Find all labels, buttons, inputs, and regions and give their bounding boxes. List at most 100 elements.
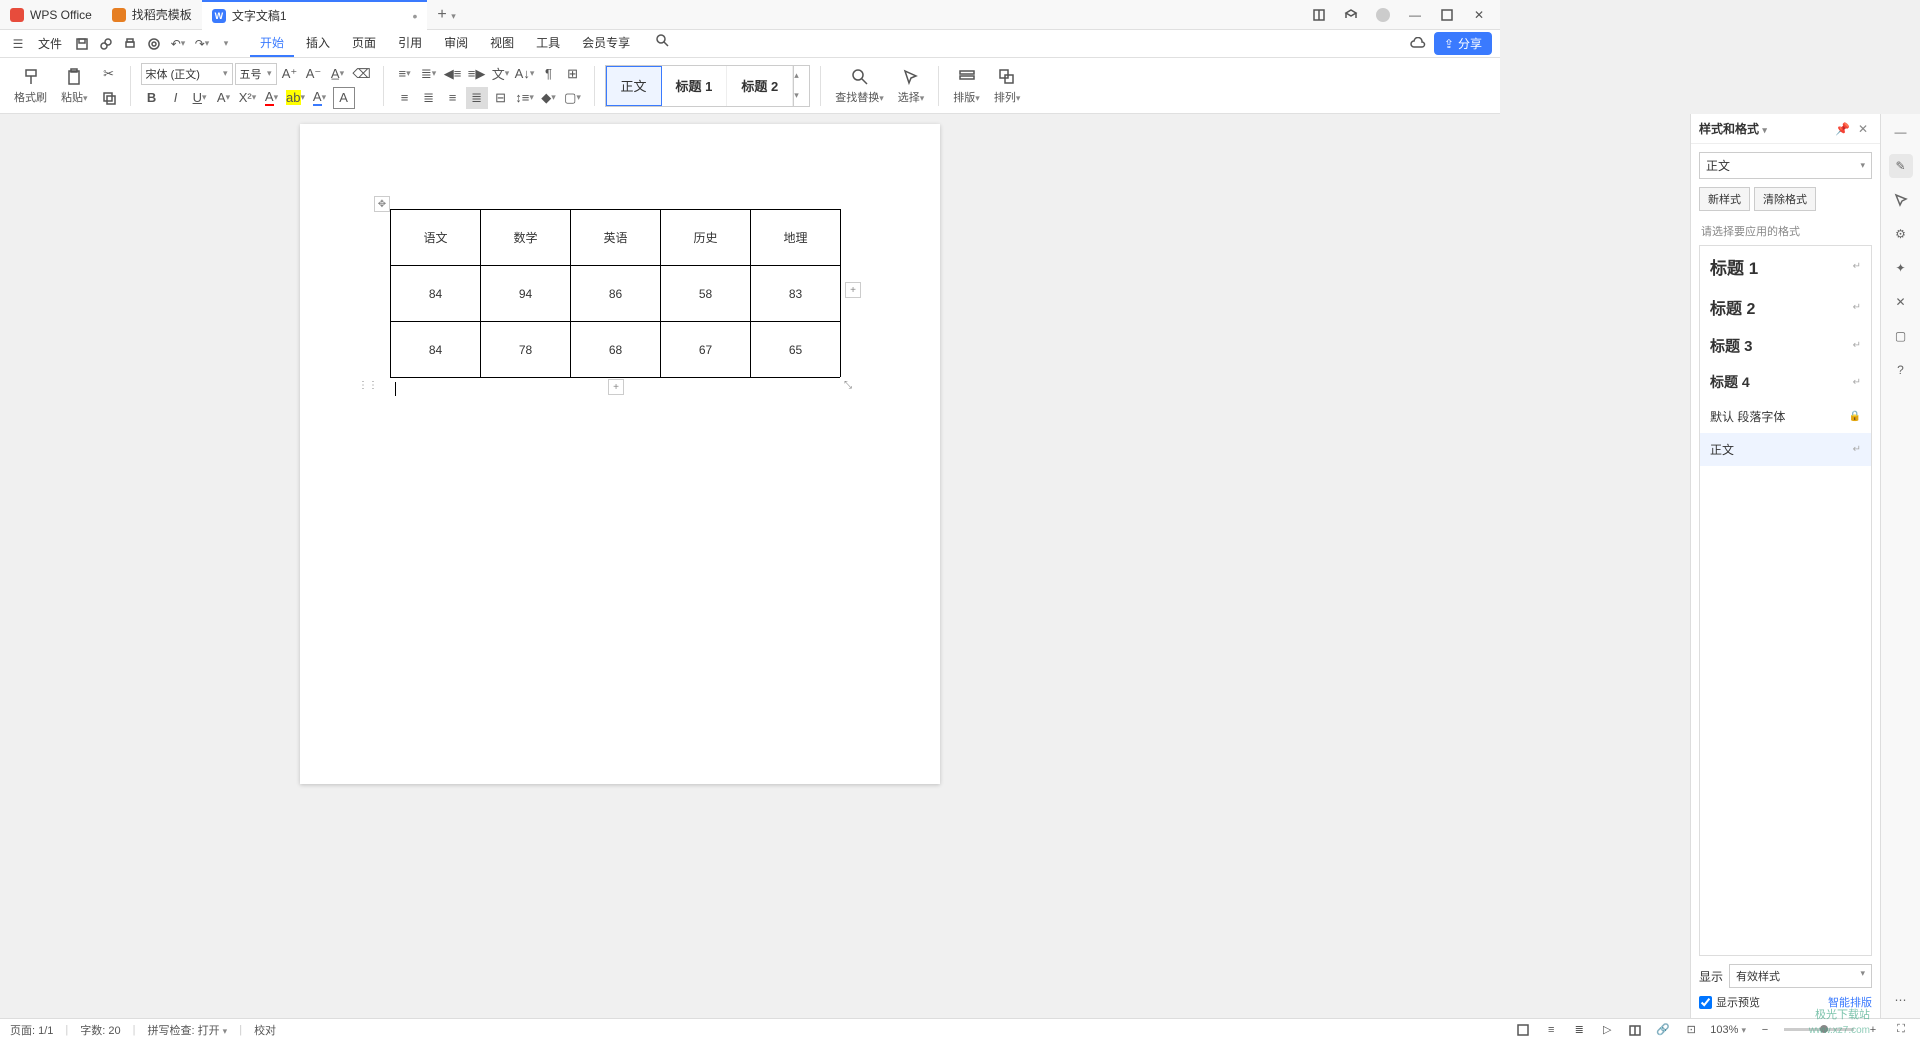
- more-icon[interactable]: ▾: [216, 34, 236, 54]
- change-case-icon[interactable]: A̲▾: [327, 63, 349, 85]
- save-icon[interactable]: [72, 34, 92, 54]
- view-web-icon[interactable]: ≣: [1570, 1021, 1588, 1039]
- style-item-default[interactable]: 默认 段落字体🔒: [1700, 400, 1871, 433]
- zoom-level[interactable]: 103% ▾: [1710, 1024, 1746, 1036]
- cloud-icon[interactable]: [1408, 34, 1428, 54]
- redo-icon[interactable]: ↷▾: [192, 34, 212, 54]
- font-size-selector[interactable]: 五号▾: [235, 63, 277, 85]
- menu-tab-review[interactable]: 审阅: [434, 30, 478, 57]
- align-center-icon[interactable]: ≣: [418, 87, 440, 109]
- menu-tab-start[interactable]: 开始: [250, 30, 294, 57]
- align-right-icon[interactable]: ≡: [442, 87, 464, 109]
- style-item-h3[interactable]: 标题 3↵: [1700, 327, 1871, 364]
- more-dots-icon[interactable]: ⋯: [1889, 988, 1913, 1012]
- highlight-button[interactable]: ab▾: [285, 87, 307, 109]
- decrease-font-icon[interactable]: A⁻: [303, 63, 325, 85]
- show-filter-selector[interactable]: 有效样式 ▾: [1729, 964, 1872, 988]
- border-icon[interactable]: ▢▾: [562, 87, 584, 109]
- style-scroll[interactable]: ▴▾: [793, 66, 809, 106]
- layout-button[interactable]: 排版▾: [949, 67, 984, 105]
- close-button[interactable]: ✕: [1464, 4, 1494, 26]
- new-style-button[interactable]: 新样式: [1699, 187, 1750, 211]
- preview-checkbox[interactable]: [1699, 996, 1712, 1009]
- fill-color-icon[interactable]: ◆▾: [538, 87, 560, 109]
- table-add-row-handle[interactable]: +: [608, 379, 624, 395]
- book-icon[interactable]: [1626, 1021, 1644, 1039]
- panel-icon[interactable]: [1304, 4, 1334, 26]
- tab-templates[interactable]: 找稻壳模板: [102, 0, 202, 30]
- pointer2-icon[interactable]: [1889, 188, 1913, 212]
- justify-icon[interactable]: ≣: [466, 87, 488, 109]
- style-item-normal[interactable]: 正文↵: [1700, 433, 1871, 466]
- word-count[interactable]: 字数: 20: [80, 1022, 120, 1038]
- share-button[interactable]: ⇪ 分享: [1434, 32, 1492, 55]
- preview-icon[interactable]: [144, 34, 164, 54]
- number-list-icon[interactable]: ≣▾: [418, 63, 440, 85]
- arrange-button[interactable]: 排列▾: [990, 67, 1025, 105]
- bullet-list-icon[interactable]: ≡▾: [394, 63, 416, 85]
- menu-tab-tools[interactable]: 工具: [526, 30, 570, 57]
- style-item-h2[interactable]: 标题 2↵: [1700, 287, 1871, 327]
- fit-icon[interactable]: ⊡: [1682, 1021, 1700, 1039]
- menu-tab-view[interactable]: 视图: [480, 30, 524, 57]
- style-heading2[interactable]: 标题 2: [727, 66, 793, 106]
- style-gallery[interactable]: 正文 标题 1 标题 2 ▴▾: [605, 65, 811, 107]
- find-replace-button[interactable]: 查找替换▾: [831, 67, 888, 105]
- settings-icon[interactable]: ⚙: [1889, 222, 1913, 246]
- sort-icon[interactable]: A↓▾: [514, 63, 536, 85]
- text-direction-icon[interactable]: 文▾: [490, 63, 512, 85]
- search-icon[interactable]: [652, 30, 672, 50]
- file-menu[interactable]: 文件: [32, 35, 68, 52]
- table-drag-handle[interactable]: ⋮⋮: [360, 377, 376, 393]
- tab-wps[interactable]: WPS Office: [0, 0, 102, 30]
- show-marks-icon[interactable]: ⊞: [562, 63, 584, 85]
- cut-icon[interactable]: ✂: [98, 63, 120, 85]
- clear-format-button[interactable]: 清除格式: [1754, 187, 1816, 211]
- select-button[interactable]: 选择▾: [894, 67, 929, 105]
- cube-icon[interactable]: [1336, 4, 1366, 26]
- table-move-handle[interactable]: ✥: [374, 196, 390, 212]
- paragraph-mark-icon[interactable]: ¶: [538, 63, 560, 85]
- panel-close-icon[interactable]: ✕: [1854, 122, 1872, 136]
- line-spacing-icon[interactable]: ↕≡▾: [514, 87, 536, 109]
- font-color-button[interactable]: A▾: [261, 87, 283, 109]
- style-item-h1[interactable]: 标题 1↵: [1700, 246, 1871, 287]
- tools-icon[interactable]: ✕: [1889, 290, 1913, 314]
- copy-icon[interactable]: [98, 87, 120, 109]
- table-resize-handle[interactable]: ⤡: [840, 377, 856, 393]
- pencil-icon[interactable]: ✎: [1889, 154, 1913, 178]
- collapse-icon[interactable]: —: [1889, 120, 1913, 144]
- align-left-icon[interactable]: ≡: [394, 87, 416, 109]
- shading-button[interactable]: A▾: [309, 87, 331, 109]
- spell-check-status[interactable]: 拼写检查: 打开 ▾: [147, 1022, 227, 1038]
- table-add-col-handle[interactable]: +: [845, 282, 861, 298]
- pin-icon[interactable]: 📌: [1831, 122, 1854, 136]
- page-count[interactable]: 页面: 1/1: [10, 1022, 53, 1038]
- view-outline-icon[interactable]: ≡: [1542, 1021, 1560, 1039]
- increase-indent-icon[interactable]: ≡▶: [466, 63, 488, 85]
- play-icon[interactable]: ▷: [1598, 1021, 1616, 1039]
- document-table[interactable]: 语文 数学 英语 历史 地理 84 94 86 58 83 84 78 68: [390, 209, 841, 378]
- tab-close-icon[interactable]: •: [413, 8, 418, 24]
- print-icon[interactable]: [120, 34, 140, 54]
- zoom-out-button[interactable]: −: [1756, 1021, 1774, 1039]
- style-normal[interactable]: 正文: [606, 66, 662, 106]
- tab-add-button[interactable]: + ▾: [427, 6, 465, 24]
- style-heading1[interactable]: 标题 1: [662, 66, 728, 106]
- paste-button[interactable]: 粘贴▾: [57, 67, 92, 105]
- menu-tab-insert[interactable]: 插入: [296, 30, 340, 57]
- link2-icon[interactable]: 🔗: [1654, 1021, 1672, 1039]
- fullscreen-icon[interactable]: ⛶: [1892, 1021, 1910, 1039]
- italic-button[interactable]: I: [165, 87, 187, 109]
- menu-icon[interactable]: ☰: [8, 34, 28, 54]
- link-icon[interactable]: [96, 34, 116, 54]
- style-item-h4[interactable]: 标题 4↵: [1700, 364, 1871, 400]
- document-canvas[interactable]: ✥ 语文 数学 英语 历史 地理 84 94 86 58 83 84: [0, 114, 1690, 1018]
- sparkle-icon[interactable]: ✦: [1889, 256, 1913, 280]
- layers-icon[interactable]: ▢: [1889, 324, 1913, 348]
- underline-button[interactable]: U▾: [189, 87, 211, 109]
- current-style-selector[interactable]: 正文▾: [1699, 152, 1872, 179]
- superscript-button[interactable]: X²▾: [237, 87, 259, 109]
- menu-tab-reference[interactable]: 引用: [388, 30, 432, 57]
- avatar-icon[interactable]: [1368, 4, 1398, 26]
